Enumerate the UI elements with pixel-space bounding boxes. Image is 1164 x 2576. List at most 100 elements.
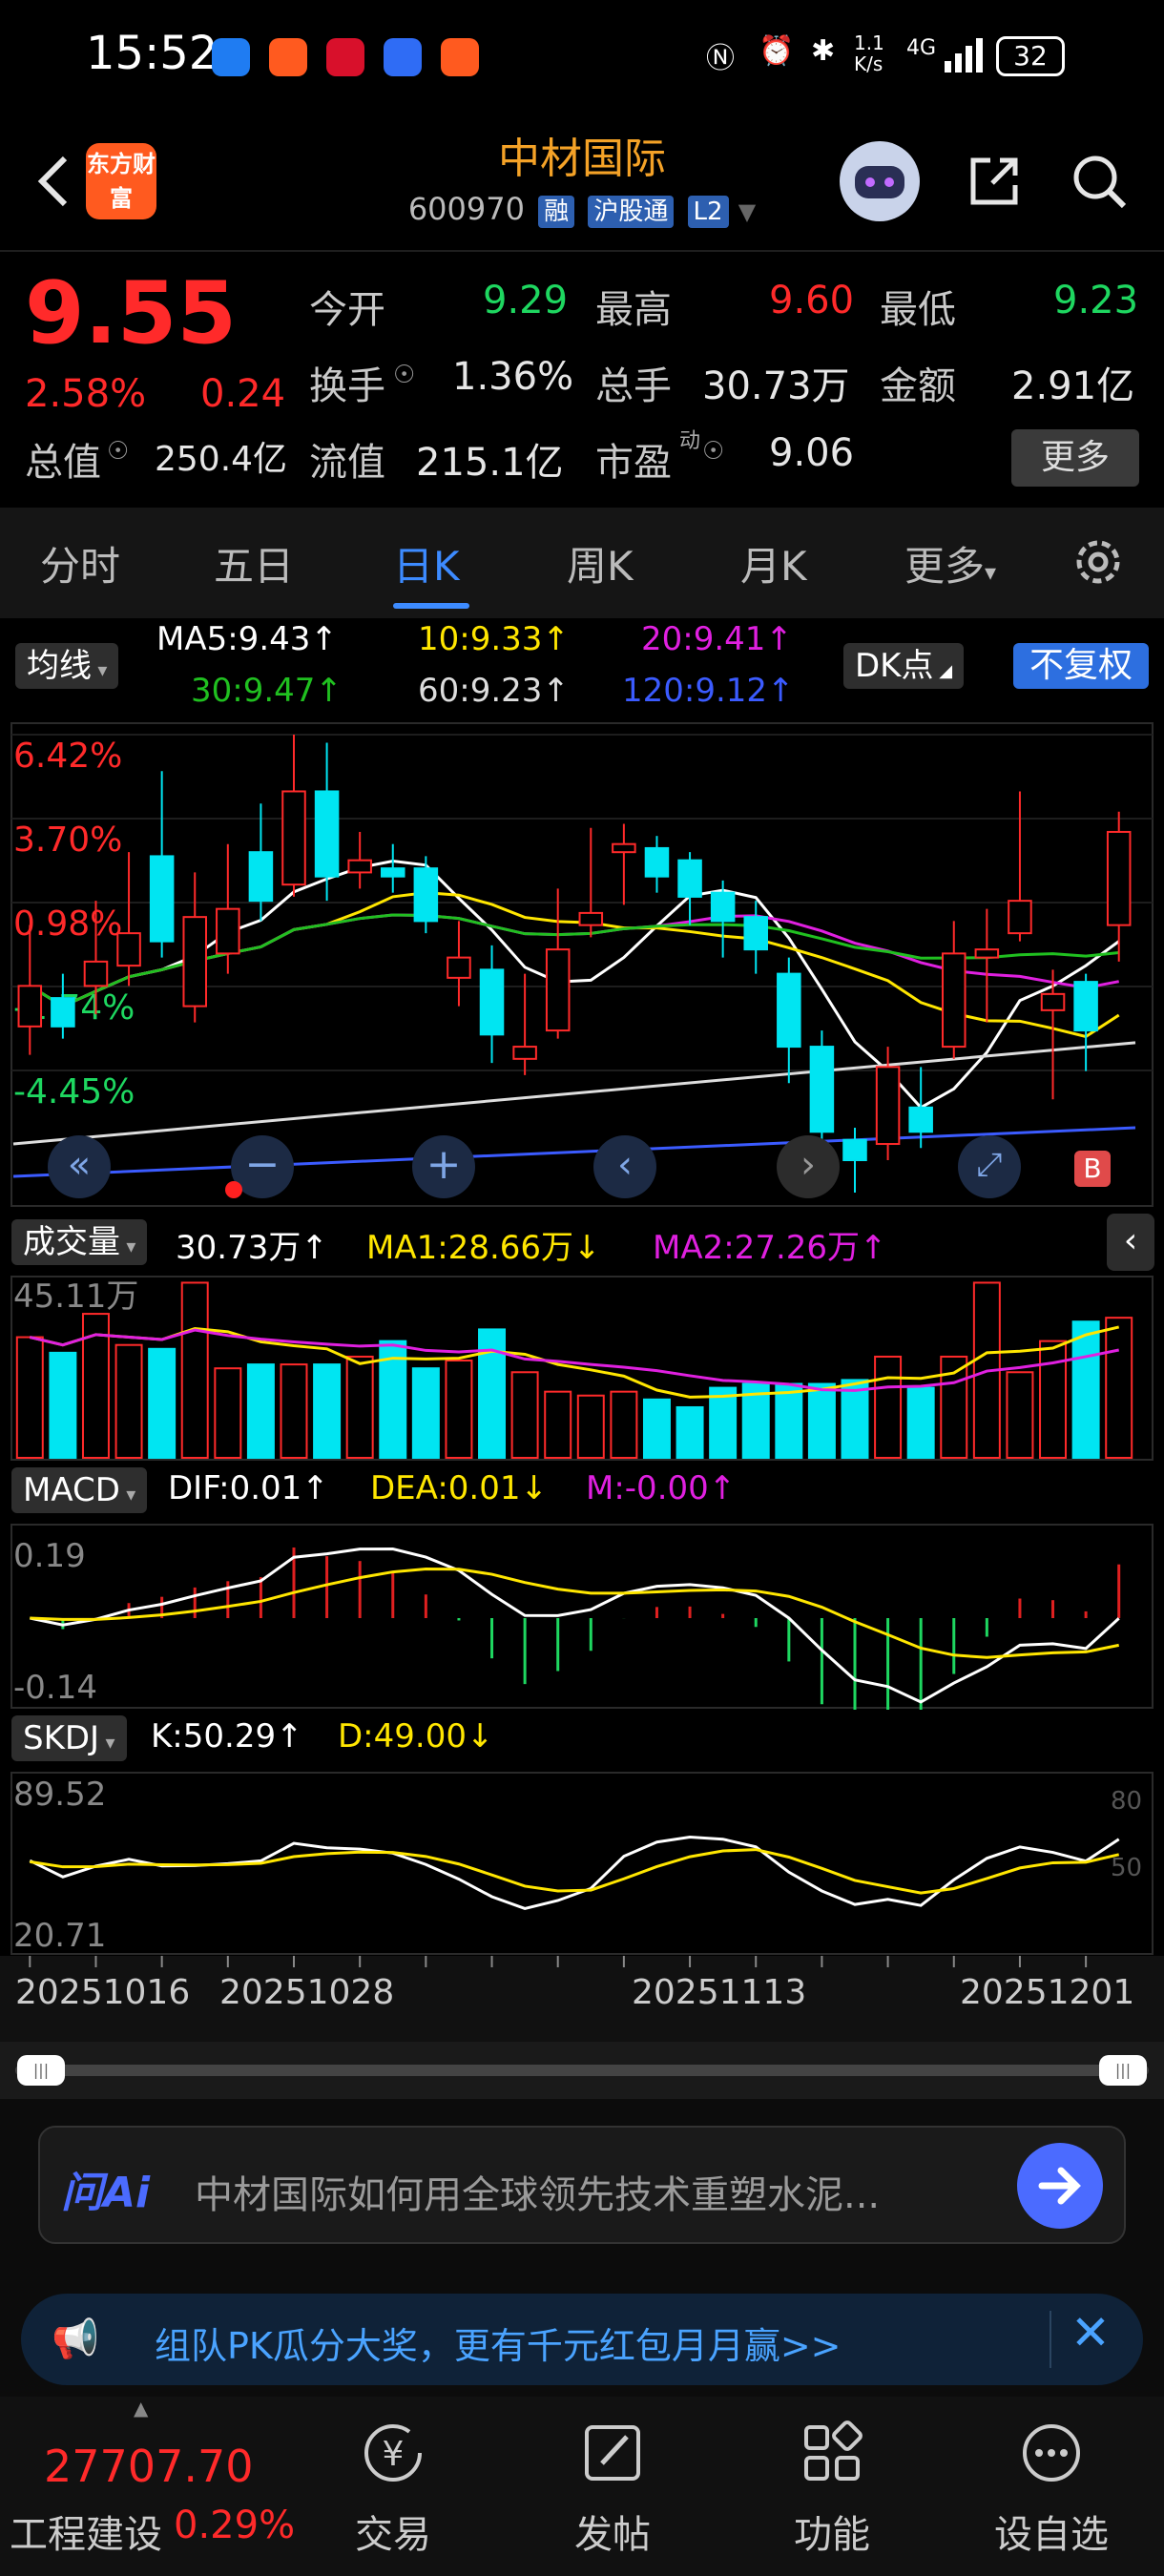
nav-add-watchlist[interactable]: 设自选 xyxy=(966,2397,1137,2576)
search-icon[interactable] xyxy=(1069,151,1130,212)
bluetooth-icon: ✱ xyxy=(811,34,836,68)
skdj-ref-50: 50 xyxy=(1111,1854,1142,1882)
buy-marker-icon[interactable]: B xyxy=(1074,1151,1111,1187)
candle-body xyxy=(1008,900,1032,935)
ma30-value: 30:9.47↑ xyxy=(191,672,343,710)
open-label: 今开 xyxy=(309,288,385,332)
shield-app-icon xyxy=(212,38,250,76)
info-icon[interactable]: ☉ xyxy=(107,437,129,466)
bottom-nav: ▲ 27707.70 工程建设 0.29% ¥ 交易 发帖 功能 设自选 xyxy=(0,2397,1164,2576)
fast-back-icon[interactable]: « xyxy=(48,1135,111,1198)
volume-bar xyxy=(15,1336,44,1459)
volume-bar xyxy=(313,1363,342,1459)
candle-body xyxy=(1106,830,1132,926)
ma-selector[interactable]: 均线 ▾ xyxy=(15,643,119,689)
more-button[interactable]: 更多 xyxy=(1011,429,1139,487)
scroll-bar[interactable]: ||| ||| xyxy=(0,2042,1164,2099)
tab-weekly-k[interactable]: 周K xyxy=(567,534,634,592)
candle-body xyxy=(116,932,141,967)
promo-banner[interactable]: 📢 组队PK瓜分大奖，更有千元红包月月赢>> ✕ xyxy=(21,2294,1143,2385)
close-icon[interactable]: ✕ xyxy=(1070,2305,1111,2360)
nav-post[interactable]: 发帖 xyxy=(527,2397,698,2576)
ai-ask-bar[interactable]: 问Ai 中材国际如何用全球领先技术重塑水泥... xyxy=(38,2126,1126,2244)
active-tab-indicator xyxy=(393,603,469,609)
alarm-icon: ⏰ xyxy=(759,34,795,68)
ma10-value: 10:9.33↑ xyxy=(418,620,570,658)
candle-body xyxy=(51,997,75,1028)
volume-ma1: MA1:28.66万↓ xyxy=(366,1229,601,1267)
dk-point-toggle[interactable]: DK点 ◢ xyxy=(843,643,965,689)
macd-selector[interactable]: MACD ▾ xyxy=(11,1467,148,1513)
adjustment-button[interactable]: 不复权 xyxy=(1013,643,1149,689)
bank-app-icon xyxy=(326,38,364,76)
last-price: 9.55 xyxy=(25,263,238,364)
ai-suggestion-text[interactable]: 中材国际如何用全球领先技术重塑水泥... xyxy=(195,2164,977,2219)
candle-body xyxy=(777,972,801,1049)
skdj-d: D:49.00↓ xyxy=(338,1717,494,1755)
candle-body xyxy=(17,985,43,1028)
info-icon[interactable]: ☉ xyxy=(393,361,415,389)
nav-functions[interactable]: 功能 xyxy=(746,2397,918,2576)
volume-chart[interactable]: 45.11万 xyxy=(0,1275,1164,1462)
candle-body xyxy=(842,1138,867,1162)
scroll-handle-left[interactable]: ||| xyxy=(17,2055,65,2086)
candle-body xyxy=(644,846,670,878)
volume-bar xyxy=(709,1386,738,1459)
change-percent: 2.58% xyxy=(25,372,147,416)
skdj-chart[interactable]: 89.52 20.71 80 50 xyxy=(0,1771,1164,1956)
scroll-handle-right[interactable]: ||| xyxy=(1099,2055,1147,2086)
x-label-2: 20251028 xyxy=(219,1973,395,2012)
collapse-panel-icon[interactable]: ‹ xyxy=(1107,1214,1154,1271)
candle-body xyxy=(974,948,1000,959)
ma20-value: 20:9.41↑ xyxy=(641,620,793,658)
volume-selector[interactable]: 成交量 ▾ xyxy=(11,1219,148,1265)
megaphone-icon: 📢 xyxy=(52,2317,99,2361)
tab-monthly-k[interactable]: 月K xyxy=(740,534,807,592)
tab-more[interactable]: 更多▾ xyxy=(904,534,996,592)
scroll-track[interactable] xyxy=(15,2065,1149,2076)
y-axis-label: 6.42% xyxy=(13,737,122,776)
y-axis-label: 3.70% xyxy=(13,821,122,860)
tab-five-day[interactable]: 五日 xyxy=(214,534,294,592)
app-icon xyxy=(269,38,307,76)
candle-body xyxy=(347,859,372,874)
assistant-robot-icon[interactable] xyxy=(840,141,920,221)
chevron-down-icon: ▼ xyxy=(738,198,757,225)
candle-body xyxy=(809,1046,835,1133)
skdj-ybot: 20.71 xyxy=(13,1917,106,1955)
yen-icon: ¥ xyxy=(364,2424,422,2482)
tag-margin: 融 xyxy=(538,196,575,228)
arrow-right-icon[interactable] xyxy=(1017,2143,1103,2229)
volume-bar xyxy=(576,1394,605,1459)
chevron-right-icon[interactable]: › xyxy=(777,1135,840,1198)
info-icon[interactable]: ☉ xyxy=(702,437,724,466)
stock-code: 600970 xyxy=(407,191,525,227)
ai-logo: 问Ai xyxy=(61,2169,151,2217)
battery-icon: 32 xyxy=(996,36,1065,76)
nav-trade[interactable]: ¥ 交易 xyxy=(307,2397,479,2576)
index-ticker[interactable]: ▲ 27707.70 工程建设 0.29% xyxy=(0,2397,295,2576)
gear-icon[interactable] xyxy=(1070,534,1126,590)
tab-daily-k[interactable]: 日K xyxy=(393,534,460,592)
turnover-label: 换手 xyxy=(309,364,385,408)
macd-ybot: -0.14 xyxy=(13,1669,97,1707)
promo-text[interactable]: 组队PK瓜分大奖，更有千元红包月月赢>> xyxy=(155,2316,842,2369)
zoom-in-icon[interactable]: + xyxy=(412,1135,475,1198)
skdj-k: K:50.29↑ xyxy=(151,1717,303,1755)
skdj-selector[interactable]: SKDJ ▾ xyxy=(11,1715,127,1761)
share-icon[interactable] xyxy=(964,151,1025,212)
candle-body xyxy=(512,1046,537,1060)
macd-chart[interactable]: 0.19 -0.14 xyxy=(0,1523,1164,1710)
candle-body xyxy=(248,851,274,903)
low-label: 最低 xyxy=(880,288,956,332)
volume-bar xyxy=(1039,1340,1068,1459)
candle-body xyxy=(1040,992,1066,1011)
candle-body xyxy=(281,790,306,886)
candle-body xyxy=(314,790,340,878)
ma120-value: 120:9.12↑ xyxy=(622,672,795,710)
x-label-3: 20251113 xyxy=(632,1973,807,2012)
chevron-left-icon[interactable]: ‹ xyxy=(593,1135,656,1198)
tab-intraday[interactable]: 分时 xyxy=(40,534,120,592)
expand-icon[interactable]: ⤢ xyxy=(958,1135,1021,1198)
candle-body xyxy=(83,960,109,987)
